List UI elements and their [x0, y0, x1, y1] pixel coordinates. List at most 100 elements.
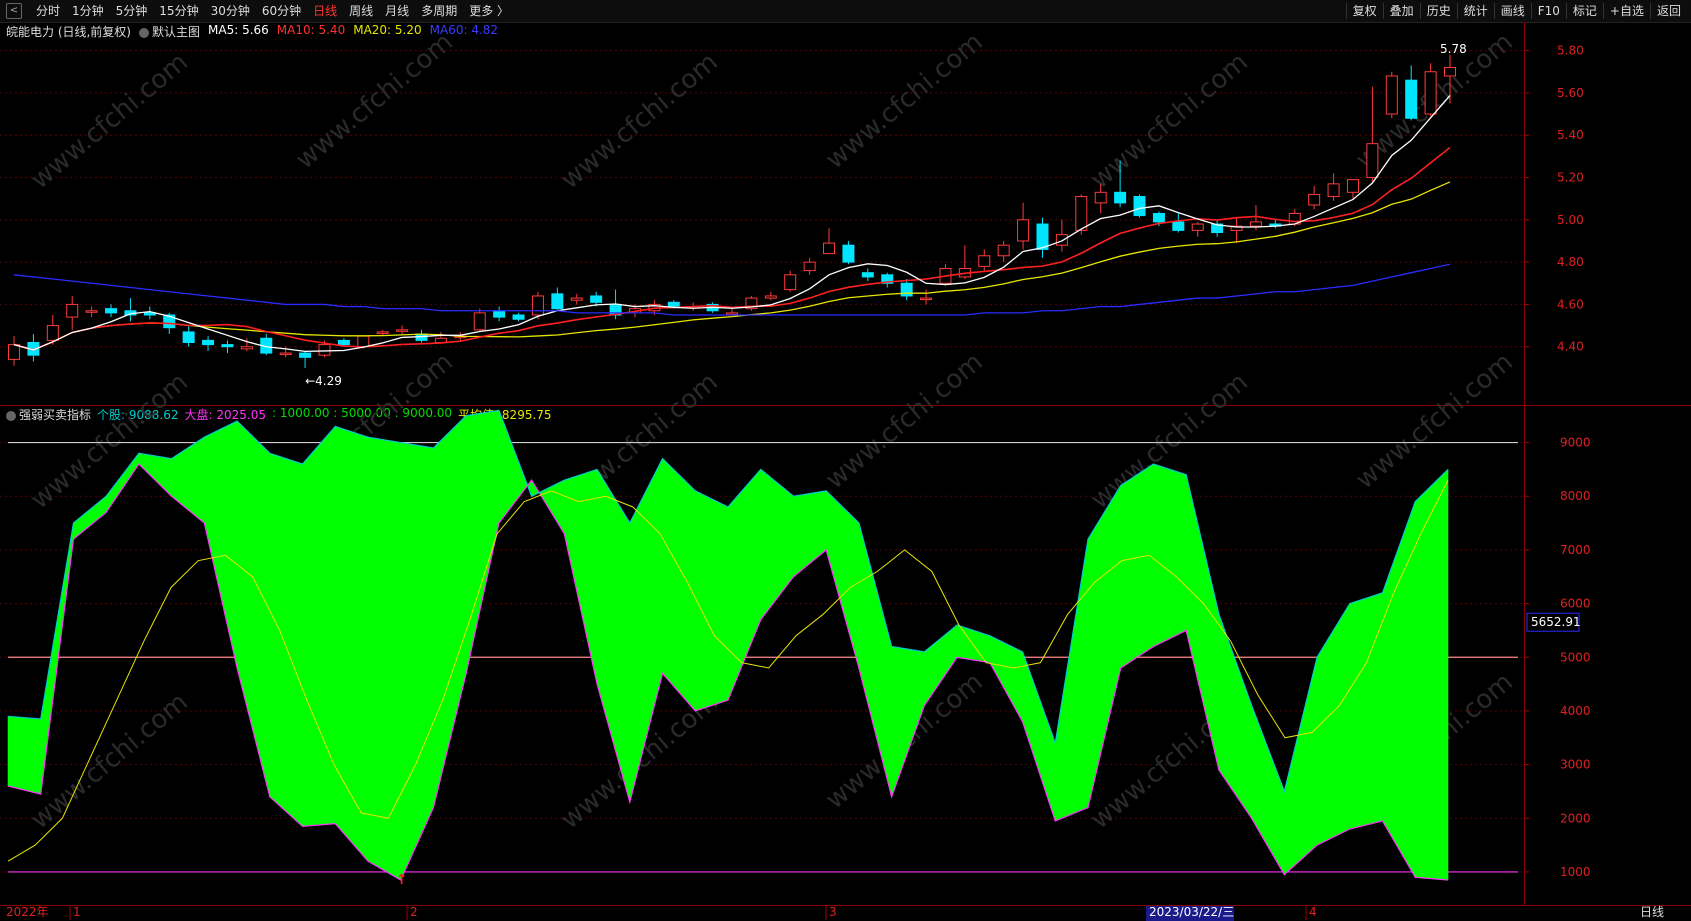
candle: [997, 240, 1010, 263]
price-tick-label: 4.80: [1557, 255, 1584, 269]
candle-body: [337, 339, 350, 346]
date-label-m1: 1: [73, 905, 81, 919]
candle: [105, 304, 118, 318]
candle-body: [8, 344, 20, 360]
candle-body: [1249, 221, 1262, 227]
candle: [745, 295, 758, 311]
candle-body: [1133, 196, 1146, 217]
candle-body: [279, 352, 292, 356]
candle-body: [1424, 71, 1437, 115]
price-tick-label: 5.20: [1557, 171, 1584, 185]
candle-body: [512, 314, 525, 320]
date-label-m3: 3: [829, 905, 837, 919]
candle-body: [726, 312, 738, 315]
watermark: www.cfchi.com: [1085, 47, 1254, 195]
strength-area-segment: [1316, 602, 1351, 846]
candle-body: [1152, 212, 1165, 223]
strength-area-segment: [269, 452, 303, 828]
candle: [512, 312, 525, 322]
strength-area-segment: [1349, 592, 1383, 830]
candle-body: [66, 303, 79, 318]
indicator-tick-label: 5000: [1560, 650, 1591, 664]
candle-body: [1346, 179, 1359, 193]
candle-body: [202, 339, 215, 346]
strength-area-segment: [694, 490, 729, 712]
candle-body: [1036, 223, 1049, 250]
candle: [1211, 219, 1224, 237]
candle: [823, 228, 836, 255]
indicator-tick-label: 8000: [1560, 489, 1591, 503]
watermark: www.cfchi.com: [820, 347, 989, 495]
strength-area-segment: [400, 442, 434, 881]
strength-area-segment: [1153, 463, 1187, 648]
candle-body: [1191, 223, 1204, 231]
watermark: www.cfchi.com: [555, 47, 724, 195]
candle: [551, 287, 564, 311]
candle-body: [493, 310, 506, 318]
candle: [260, 334, 273, 356]
candle-body: [1114, 191, 1127, 204]
candle-body: [1327, 183, 1340, 198]
candle: [1269, 219, 1282, 229]
indicator-tick-label: 3000: [1560, 758, 1591, 772]
candle-body: [842, 244, 855, 263]
indicator-tick-label: 4000: [1560, 704, 1591, 718]
candle: [900, 279, 913, 301]
candle-body: [1308, 193, 1321, 206]
candle-body: [396, 329, 409, 332]
strength-area-segment: [1382, 501, 1416, 879]
candle: [493, 306, 506, 322]
candle: [1385, 71, 1398, 119]
indicator-tick-label: 2000: [1560, 811, 1591, 825]
date-year-label: 2022年: [6, 905, 49, 919]
strength-area-segment: [596, 468, 631, 803]
strength-area-segment: [302, 425, 336, 827]
price-tick-label: 4.40: [1557, 340, 1584, 354]
strength-area-segment: [73, 495, 107, 540]
candle: [202, 336, 215, 351]
candle-body: [240, 346, 253, 350]
strength-area-segment: [1414, 468, 1449, 881]
watermark: www.cfchi.com: [290, 27, 459, 175]
candle-body: [1075, 196, 1088, 231]
candle-body: [299, 352, 312, 358]
candle-body: [46, 325, 59, 341]
candle-body: [1017, 219, 1030, 242]
candle-body: [803, 261, 816, 272]
candle: [434, 331, 447, 343]
candle-body: [531, 295, 544, 316]
candle-body: [1094, 191, 1107, 204]
candle: [85, 306, 98, 318]
watermark: www.cfchi.com: [1350, 347, 1519, 495]
candle: [124, 298, 137, 322]
indicator-tick-label: 1000: [1560, 865, 1591, 879]
candle-body: [900, 282, 913, 297]
candle: [803, 257, 816, 275]
candle-body: [570, 297, 583, 301]
candle-body: [473, 312, 486, 331]
cursor-value: 5652.91: [1531, 615, 1581, 629]
cursor-date: 2023/03/22/三: [1149, 905, 1234, 919]
candle: [881, 272, 894, 288]
candle: [726, 308, 738, 315]
strength-area-segment: [7, 715, 42, 795]
buy-signal-arrow: ↑: [396, 872, 408, 888]
candle-body: [357, 335, 370, 348]
candle: [764, 291, 777, 301]
candle: [861, 268, 874, 282]
candle: [182, 325, 195, 347]
candle-body: [1444, 67, 1456, 77]
candle-body: [85, 310, 98, 313]
candle-body: [1366, 143, 1379, 178]
candle-body: [764, 295, 777, 299]
chart-canvas[interactable]: www.cfchi.com www.cfchi.com www.cfchi.com w…: [0, 0, 1691, 921]
low-label: ←4.29: [305, 374, 342, 388]
candle-body: [182, 331, 195, 343]
candle-body: [1055, 234, 1068, 246]
candle-body: [823, 242, 836, 255]
candle-body: [1405, 79, 1418, 119]
candle: [1172, 213, 1185, 233]
candle: [920, 289, 933, 305]
strength-area-segment: [1251, 705, 1285, 876]
strength-area-segment: [1218, 614, 1252, 820]
